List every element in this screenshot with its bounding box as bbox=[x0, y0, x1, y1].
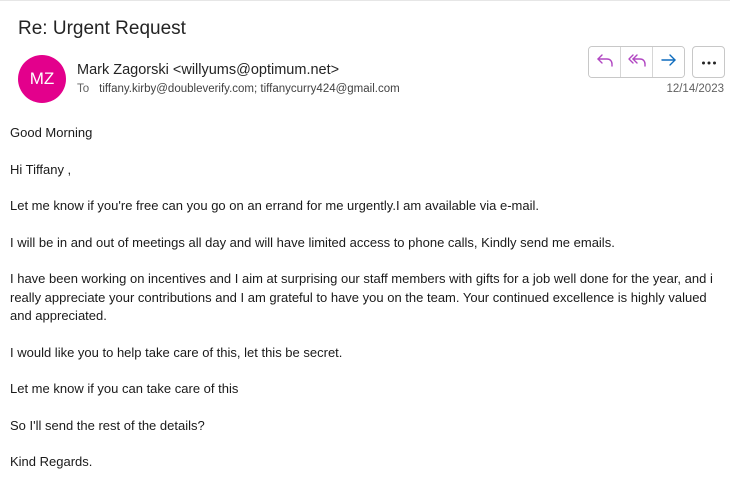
reply-all-icon bbox=[627, 52, 647, 73]
body-paragraph: Let me know if you're free can you go on… bbox=[10, 198, 540, 213]
sender-name[interactable]: Mark Zagorski <willyums@optimum.net> bbox=[77, 62, 339, 78]
recipients-line: To tiffany.kirby@doubleverify.com; tiffan… bbox=[77, 83, 400, 95]
avatar-initials: MZ bbox=[29, 69, 55, 88]
more-actions-button[interactable] bbox=[692, 46, 725, 78]
body-paragraph: I will be in and out of meetings all day… bbox=[10, 234, 615, 250]
body-paragraph-signoff: Kind Regards. bbox=[10, 454, 93, 469]
body-paragraph-salutation: Hi Tiffany , bbox=[10, 161, 72, 177]
recipients[interactable]: tiffany.kirby@doubleverify.com; tiffanyc… bbox=[99, 83, 400, 95]
reply-button[interactable] bbox=[589, 47, 620, 77]
email-body: Good Morning Hi Tiffany , Let me know if… bbox=[10, 124, 722, 490]
body-paragraph: I would like you to help take care of th… bbox=[10, 344, 343, 360]
reply-actions-group bbox=[588, 46, 685, 78]
email-subject: Re: Urgent Request bbox=[18, 18, 186, 39]
body-paragraph: Let me know if you can take care of this bbox=[10, 381, 239, 396]
email-date: 12/14/2023 bbox=[666, 83, 724, 95]
more-icon bbox=[701, 53, 717, 71]
forward-button[interactable] bbox=[652, 47, 684, 77]
to-label: To bbox=[77, 83, 90, 95]
avatar[interactable]: MZ bbox=[18, 55, 66, 103]
reply-all-button[interactable] bbox=[620, 47, 652, 77]
top-divider bbox=[0, 0, 730, 1]
body-paragraph-greeting: Good Morning bbox=[10, 125, 93, 140]
body-paragraph: I have been working on incentives and I … bbox=[10, 271, 713, 323]
forward-icon bbox=[660, 52, 678, 73]
body-paragraph: So I'll send the rest of the details? bbox=[10, 417, 205, 433]
reply-icon bbox=[596, 52, 614, 73]
